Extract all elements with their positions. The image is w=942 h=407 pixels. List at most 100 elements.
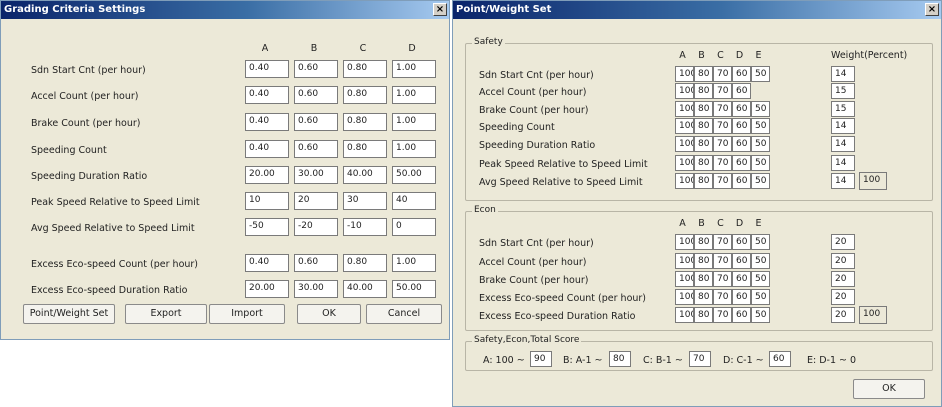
criteria-b-input[interactable]: 20 [294,192,338,210]
close-icon[interactable]: × [925,3,939,16]
criteria-b-input[interactable]: 0.60 [294,113,338,131]
criteria-b-input[interactable]: -20 [294,218,338,236]
point-d-input[interactable]: 60 [732,136,751,152]
criteria-d-input[interactable]: 1.00 [392,140,436,158]
point-b-input[interactable]: 80 [694,66,713,82]
weight-input[interactable]: 15 [831,101,855,117]
point-e-input[interactable]: 50 [751,271,770,287]
point-c-input[interactable]: 70 [713,271,732,287]
weight-input[interactable]: 15 [831,83,855,99]
criteria-a-input[interactable]: 0.40 [245,86,289,104]
weight-input[interactable]: 14 [831,155,855,171]
criteria-a-input[interactable]: 0.40 [245,60,289,78]
point-a-input[interactable]: 100 [675,271,694,287]
point-b-input[interactable]: 80 [694,155,713,171]
criteria-b-input[interactable]: 0.60 [294,254,338,272]
weight-input[interactable]: 20 [831,307,855,323]
point-c-input[interactable]: 70 [713,289,732,305]
weight-input[interactable]: 14 [831,173,855,189]
point-b-input[interactable]: 80 [694,101,713,117]
criteria-c-input[interactable]: 0.80 [343,140,387,158]
point-e-input[interactable]: 50 [751,289,770,305]
point-e-input[interactable]: 50 [751,136,770,152]
point-d-input[interactable]: 60 [732,173,751,189]
point-b-input[interactable]: 80 [694,136,713,152]
point-c-input[interactable]: 70 [713,136,732,152]
point-a-input[interactable]: 100 [675,307,694,323]
point-d-input[interactable]: 60 [732,101,751,117]
export-button[interactable]: Export [125,304,207,324]
point-b-input[interactable]: 80 [694,271,713,287]
point-d-input[interactable]: 60 [732,66,751,82]
point-a-input[interactable]: 100 [675,118,694,134]
point-d-input[interactable]: 60 [732,307,751,323]
criteria-d-input[interactable]: 50.00 [392,280,436,298]
point-d-input[interactable]: 60 [732,83,751,99]
point-b-input[interactable]: 80 [694,118,713,134]
point-a-input[interactable]: 100 [675,101,694,117]
point-d-input[interactable]: 60 [732,289,751,305]
criteria-b-input[interactable]: 30.00 [294,280,338,298]
point-a-input[interactable]: 100 [675,234,694,250]
ok-button[interactable]: OK [853,379,925,399]
criteria-d-input[interactable]: 40 [392,192,436,210]
criteria-b-input[interactable]: 30.00 [294,166,338,184]
point-a-input[interactable]: 100 [675,136,694,152]
ok-button[interactable]: OK [297,304,361,324]
point-e-input[interactable]: 50 [751,173,770,189]
point-c-input[interactable]: 70 [713,101,732,117]
criteria-b-input[interactable]: 0.60 [294,86,338,104]
point-b-input[interactable]: 80 [694,234,713,250]
point-d-input[interactable]: 60 [732,253,751,269]
criteria-d-input[interactable]: 1.00 [392,60,436,78]
point-e-input[interactable]: 50 [751,234,770,250]
point-e-input[interactable]: 50 [751,66,770,82]
criteria-b-input[interactable]: 0.60 [294,140,338,158]
grade-b-input[interactable]: 80 [609,351,631,367]
point-c-input[interactable]: 70 [713,234,732,250]
criteria-d-input[interactable]: 50.00 [392,166,436,184]
point-a-input[interactable]: 100 [675,66,694,82]
criteria-c-input[interactable]: 0.80 [343,86,387,104]
point-c-input[interactable]: 70 [713,66,732,82]
point-d-input[interactable]: 60 [732,118,751,134]
point-weight-set-button[interactable]: Point/Weight Set [23,304,115,324]
point-d-input[interactable]: 60 [732,271,751,287]
grade-d-input[interactable]: 60 [769,351,791,367]
weight-input[interactable]: 14 [831,66,855,82]
weight-input[interactable]: 20 [831,234,855,250]
point-e-input[interactable]: 50 [751,155,770,171]
criteria-a-input[interactable]: 20.00 [245,280,289,298]
point-a-input[interactable]: 100 [675,155,694,171]
point-c-input[interactable]: 70 [713,253,732,269]
criteria-a-input[interactable]: 0.40 [245,140,289,158]
weight-input[interactable]: 20 [831,253,855,269]
criteria-a-input[interactable]: 0.40 [245,254,289,272]
point-a-input[interactable]: 100 [675,173,694,189]
criteria-d-input[interactable]: 1.00 [392,254,436,272]
criteria-c-input[interactable]: 0.80 [343,113,387,131]
weight-input[interactable]: 20 [831,289,855,305]
grade-a-input[interactable]: 90 [530,351,552,367]
point-c-input[interactable]: 70 [713,83,732,99]
point-a-input[interactable]: 100 [675,83,694,99]
point-b-input[interactable]: 80 [694,173,713,189]
grade-c-input[interactable]: 70 [689,351,711,367]
criteria-c-input[interactable]: 0.80 [343,60,387,78]
point-e-input[interactable]: 50 [751,101,770,117]
criteria-d-input[interactable]: 1.00 [392,86,436,104]
point-c-input[interactable]: 70 [713,307,732,323]
point-d-input[interactable]: 60 [732,234,751,250]
point-b-input[interactable]: 80 [694,289,713,305]
cancel-button[interactable]: Cancel [366,304,442,324]
point-b-input[interactable]: 80 [694,83,713,99]
criteria-a-input[interactable]: -50 [245,218,289,236]
criteria-c-input[interactable]: 40.00 [343,166,387,184]
criteria-b-input[interactable]: 0.60 [294,60,338,78]
criteria-a-input[interactable]: 20.00 [245,166,289,184]
criteria-d-input[interactable]: 0 [392,218,436,236]
import-button[interactable]: Import [209,304,285,324]
point-e-input[interactable]: 50 [751,307,770,323]
weight-input[interactable]: 20 [831,271,855,287]
criteria-c-input[interactable]: 0.80 [343,254,387,272]
